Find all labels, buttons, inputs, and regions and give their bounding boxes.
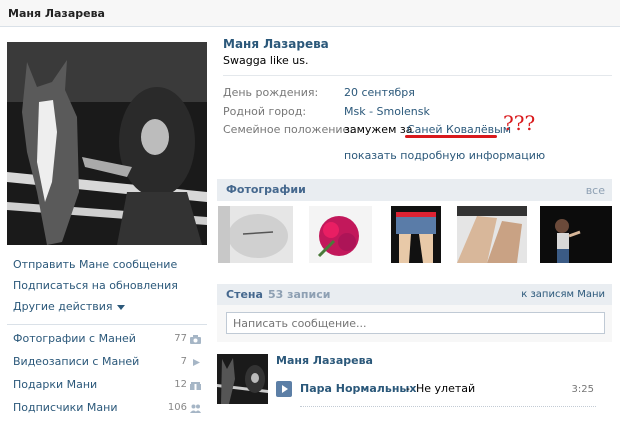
divider [223,75,612,76]
photos-header[interactable]: Фотографии все [217,179,612,201]
profile-name: Маня Лазарева [223,37,329,51]
all-photos-link[interactable]: все [586,184,605,197]
photos-title: Фотографии [226,183,306,196]
post-author-avatar[interactable] [217,354,268,404]
hometown-link[interactable]: Msk - Smolensk [344,105,430,118]
info-label: День рождения: [223,86,319,99]
counter-value: 106 [167,402,187,413]
post-composer [217,305,612,342]
profile-photo[interactable] [7,42,207,245]
top-bar: Маня Лазарева [0,0,620,27]
counter-gifts[interactable]: Подарки Мани 12 [13,377,203,400]
other-actions-label: Другие действия [13,300,113,313]
wall-header[interactable]: Стена 53 записи к записям Мани [217,284,612,306]
other-actions-dropdown[interactable]: Другие действия [13,299,203,320]
audio-duration: 3:25 [571,384,594,395]
camera-icon [190,335,201,344]
gift-icon [190,381,201,390]
counter-label: Фотографии с Маней [13,332,136,345]
counter-label: Подписчики Мани [13,401,118,414]
video-icon [193,359,200,366]
wall-title-text: Стена [226,288,263,301]
profile-counters: Фотографии с Маней 77 Видеозаписи с Мане… [13,331,203,423]
audio-title: Не улетай [416,382,476,395]
profile-status[interactable]: Swagga like us. [223,54,308,67]
page-title: Маня Лазарева [8,7,105,20]
audio-attachment: Пара Нормальных - Не улетай 3:25 [276,380,596,398]
photo-image [457,206,527,263]
photo-image [540,206,612,263]
people-icon [190,404,201,413]
audio-artist[interactable]: Пара Нормальных [300,382,416,395]
divider [7,324,207,325]
photo-thumbnail[interactable] [457,206,527,263]
profile-photo-image [7,42,207,245]
profile-actions: Отправить Мане сообщение Подписаться на … [13,257,203,320]
wall-title: Стена 53 записи [226,288,330,301]
audio-separator: - [406,382,410,395]
new-post-input[interactable] [226,312,605,334]
play-icon[interactable] [276,381,292,397]
avatar-image [217,354,268,404]
to-wall-posts-link[interactable]: к записям Мани [521,289,605,300]
post-author-name[interactable]: Маня Лазарева [276,354,373,367]
photo-thumbnail[interactable] [391,206,441,263]
birthday-link[interactable]: 20 сентября [344,86,415,99]
counter-value: 7 [180,356,187,367]
relationship-value: замужем за [344,123,413,136]
counter-videos[interactable]: Видеозаписи с Маней 7 [13,354,203,377]
info-label: Родной город: [223,105,307,118]
counter-value: 12 [174,379,187,390]
photo-image [218,206,293,263]
counter-value: 77 [174,333,187,344]
photo-image [309,206,372,263]
annotation-underline [405,135,497,138]
counter-label: Подарки Мани [13,378,98,391]
info-label: Семейное положение: [223,123,354,136]
photo-image [391,206,441,263]
counter-subscribers[interactable]: Подписчики Мани 106 [13,400,203,423]
photo-thumbnail[interactable] [218,206,293,263]
counter-label: Видеозаписи с Маней [13,355,140,368]
photo-thumbnail[interactable] [309,206,372,263]
subscribe-link[interactable]: Подписаться на обновления [13,278,203,299]
show-more-info-link[interactable]: показать подробную информацию [344,149,545,162]
annotation-question-marks: ??? [503,111,536,135]
audio-progress-line [300,406,596,407]
send-message-link[interactable]: Отправить Мане сообщение [13,257,203,278]
photo-thumbnail[interactable] [540,206,612,263]
wall-count: 53 записи [267,288,331,301]
caret-down-icon [116,304,125,310]
counter-photos[interactable]: Фотографии с Маней 77 [13,331,203,354]
